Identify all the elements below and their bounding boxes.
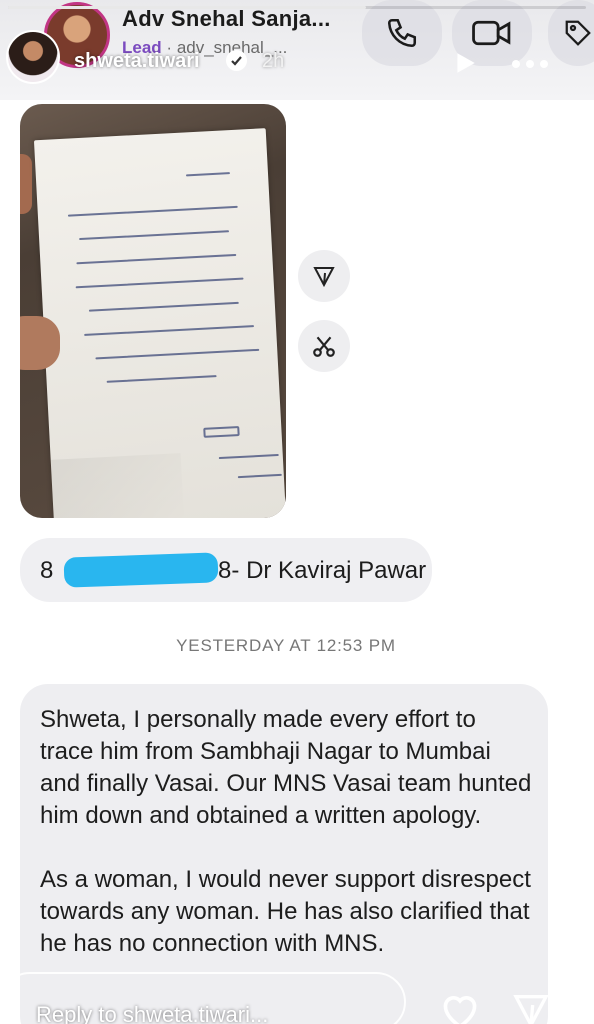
hand-image bbox=[20, 316, 60, 370]
contact-name: 808- Dr Kaviraj Pawar bbox=[191, 557, 427, 584]
story-progress-bar bbox=[8, 6, 586, 9]
contact-message-bubble[interactable]: 8 808- Dr Kaviraj Pawar bbox=[20, 538, 432, 602]
story-username[interactable]: shweta.tiwari bbox=[74, 50, 200, 73]
heart-icon[interactable] bbox=[438, 990, 482, 1024]
send-icon[interactable] bbox=[510, 990, 552, 1024]
handwritten-letter-image bbox=[33, 128, 286, 518]
photo-message[interactable] bbox=[20, 104, 286, 518]
message-paragraph: As a woman, I would never support disres… bbox=[40, 866, 531, 957]
hand-image bbox=[20, 154, 32, 214]
redaction-mark bbox=[63, 552, 219, 588]
message-text: Shweta, I personally made every effort t… bbox=[40, 704, 532, 992]
more-icon[interactable] bbox=[510, 58, 550, 70]
remix-button[interactable] bbox=[298, 320, 350, 372]
forward-icon bbox=[313, 267, 335, 288]
story-time: 2h bbox=[262, 50, 285, 72]
forward-button[interactable] bbox=[298, 250, 350, 302]
reply-placeholder: Reply to shweta.tiwari... bbox=[36, 1002, 269, 1024]
play-icon[interactable] bbox=[452, 50, 478, 76]
message-timestamp: YESTERDAY AT 12:53 PM bbox=[176, 636, 396, 655]
story-header: shweta.tiwari 2h bbox=[0, 28, 594, 98]
scissors-icon bbox=[313, 336, 335, 357]
contact-number-prefix: 8 bbox=[40, 557, 54, 584]
message-paragraph: Shweta, I personally made every effort t… bbox=[40, 706, 532, 829]
story-progress-fill bbox=[8, 6, 367, 9]
verified-badge-icon bbox=[226, 50, 247, 71]
story-avatar[interactable] bbox=[6, 30, 60, 84]
